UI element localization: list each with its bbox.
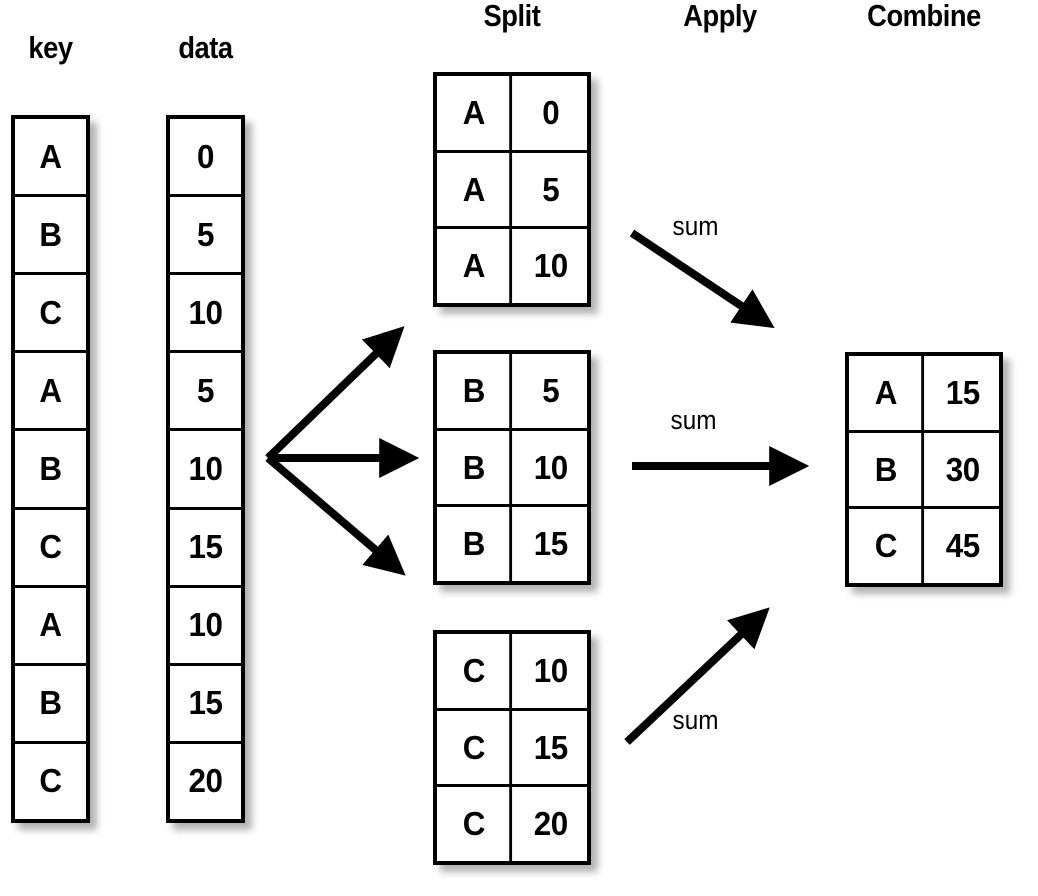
key-column-heading: key (28, 30, 73, 65)
table-row: C 20 (437, 787, 587, 862)
table-row: 5 (170, 353, 241, 432)
split-table-group-c: C 10 C 15 C 20 (433, 630, 591, 865)
apply-label-group-b: sum (670, 405, 717, 435)
data-cell: 10 (188, 293, 223, 331)
apply-label-group-c: sum (672, 705, 719, 735)
apply-arrows (624, 229, 810, 745)
split-stage-heading: Split (483, 0, 541, 33)
table-row: A 15 (849, 356, 999, 433)
table-row: 0 (170, 119, 241, 198)
key-cell: B (39, 684, 62, 722)
key-cell: C (851, 509, 924, 584)
table-row: A 10 (437, 229, 587, 304)
apply-stage-heading: Apply (683, 0, 757, 33)
data-column-heading: data (178, 30, 233, 65)
key-cell: C (39, 762, 62, 800)
table-row: 5 (170, 197, 241, 276)
data-cell: 15 (533, 525, 568, 563)
data-cell: 15 (188, 528, 223, 566)
data-cell: 15 (533, 728, 568, 766)
table-row: C 45 (849, 509, 999, 584)
table-row: 10 (170, 431, 241, 510)
data-cell: 10 (533, 448, 568, 486)
data-cell: 5 (541, 371, 559, 409)
data-cell: 5 (541, 170, 559, 208)
data-cell: 20 (188, 762, 223, 800)
table-row: C (15, 744, 86, 819)
data-cell: 45 (945, 527, 980, 565)
key-cell: B (851, 432, 924, 507)
data-cell: 5 (197, 215, 214, 253)
key-cell: B (439, 507, 512, 582)
key-cell: A (439, 76, 512, 150)
key-column-table: A B C A B C A B C (11, 115, 90, 823)
table-row: 15 (170, 666, 241, 744)
key-cell: A (39, 606, 62, 644)
data-cell: 20 (533, 805, 568, 843)
data-cell: 15 (945, 373, 980, 411)
table-row: 10 (170, 588, 241, 666)
data-cell: 10 (533, 247, 568, 285)
data-column-table: 0 5 10 5 10 15 10 15 20 (166, 115, 245, 823)
table-row: B (15, 197, 86, 276)
combine-result-table: A 15 B 30 C 45 (845, 352, 1003, 587)
key-cell: B (439, 430, 512, 505)
table-row: 15 (170, 510, 241, 588)
table-row: A (15, 119, 86, 198)
key-cell: A (851, 356, 924, 430)
table-row: C 10 (437, 634, 587, 711)
data-cell: 5 (197, 371, 214, 409)
table-row: A 0 (437, 76, 587, 153)
table-row: 10 (170, 275, 241, 354)
data-cell: 30 (945, 450, 980, 488)
data-cell: 10 (188, 449, 223, 487)
apply-label-group-a: sum (672, 211, 719, 241)
table-row: B 15 (437, 507, 587, 582)
key-cell: B (39, 449, 62, 487)
data-cell: 0 (197, 137, 214, 175)
table-row: 20 (170, 744, 241, 819)
table-row: B (15, 431, 86, 510)
key-cell: C (39, 293, 62, 331)
table-row: B (15, 666, 86, 744)
key-cell: C (39, 528, 62, 566)
key-cell: C (439, 710, 512, 785)
combine-stage-heading: Combine (867, 0, 981, 33)
split-arrow-to-group-c (265, 454, 406, 576)
split-arrow-to-group-a (265, 326, 405, 461)
key-cell: A (439, 229, 512, 304)
key-cell: A (439, 152, 512, 227)
table-row: C (15, 510, 86, 588)
table-row: B 10 (437, 430, 587, 508)
split-arrows (265, 326, 420, 576)
key-cell: A (39, 137, 62, 175)
key-cell: C (439, 634, 512, 708)
groupby-split-apply-combine-diagram: key data Split Apply Combine A B C A B C… (0, 0, 1038, 896)
key-cell: B (39, 215, 62, 253)
split-table-group-b: B 5 B 10 B 15 (433, 350, 591, 585)
table-row: B 5 (437, 354, 587, 431)
key-cell: A (39, 371, 62, 409)
table-row: A (15, 588, 86, 666)
key-cell: C (439, 787, 512, 862)
key-cell: B (439, 354, 512, 428)
table-row: A 5 (437, 152, 587, 230)
data-cell: 15 (188, 684, 223, 722)
table-row: A (15, 353, 86, 432)
table-row: C 15 (437, 710, 587, 788)
apply-arrow-group-a (629, 229, 775, 329)
data-cell: 10 (188, 606, 223, 644)
split-table-group-a: A 0 A 5 A 10 (433, 72, 591, 307)
table-row: C (15, 275, 86, 354)
table-row: B 30 (849, 432, 999, 510)
data-cell: 0 (541, 93, 559, 131)
data-cell: 10 (533, 651, 568, 689)
